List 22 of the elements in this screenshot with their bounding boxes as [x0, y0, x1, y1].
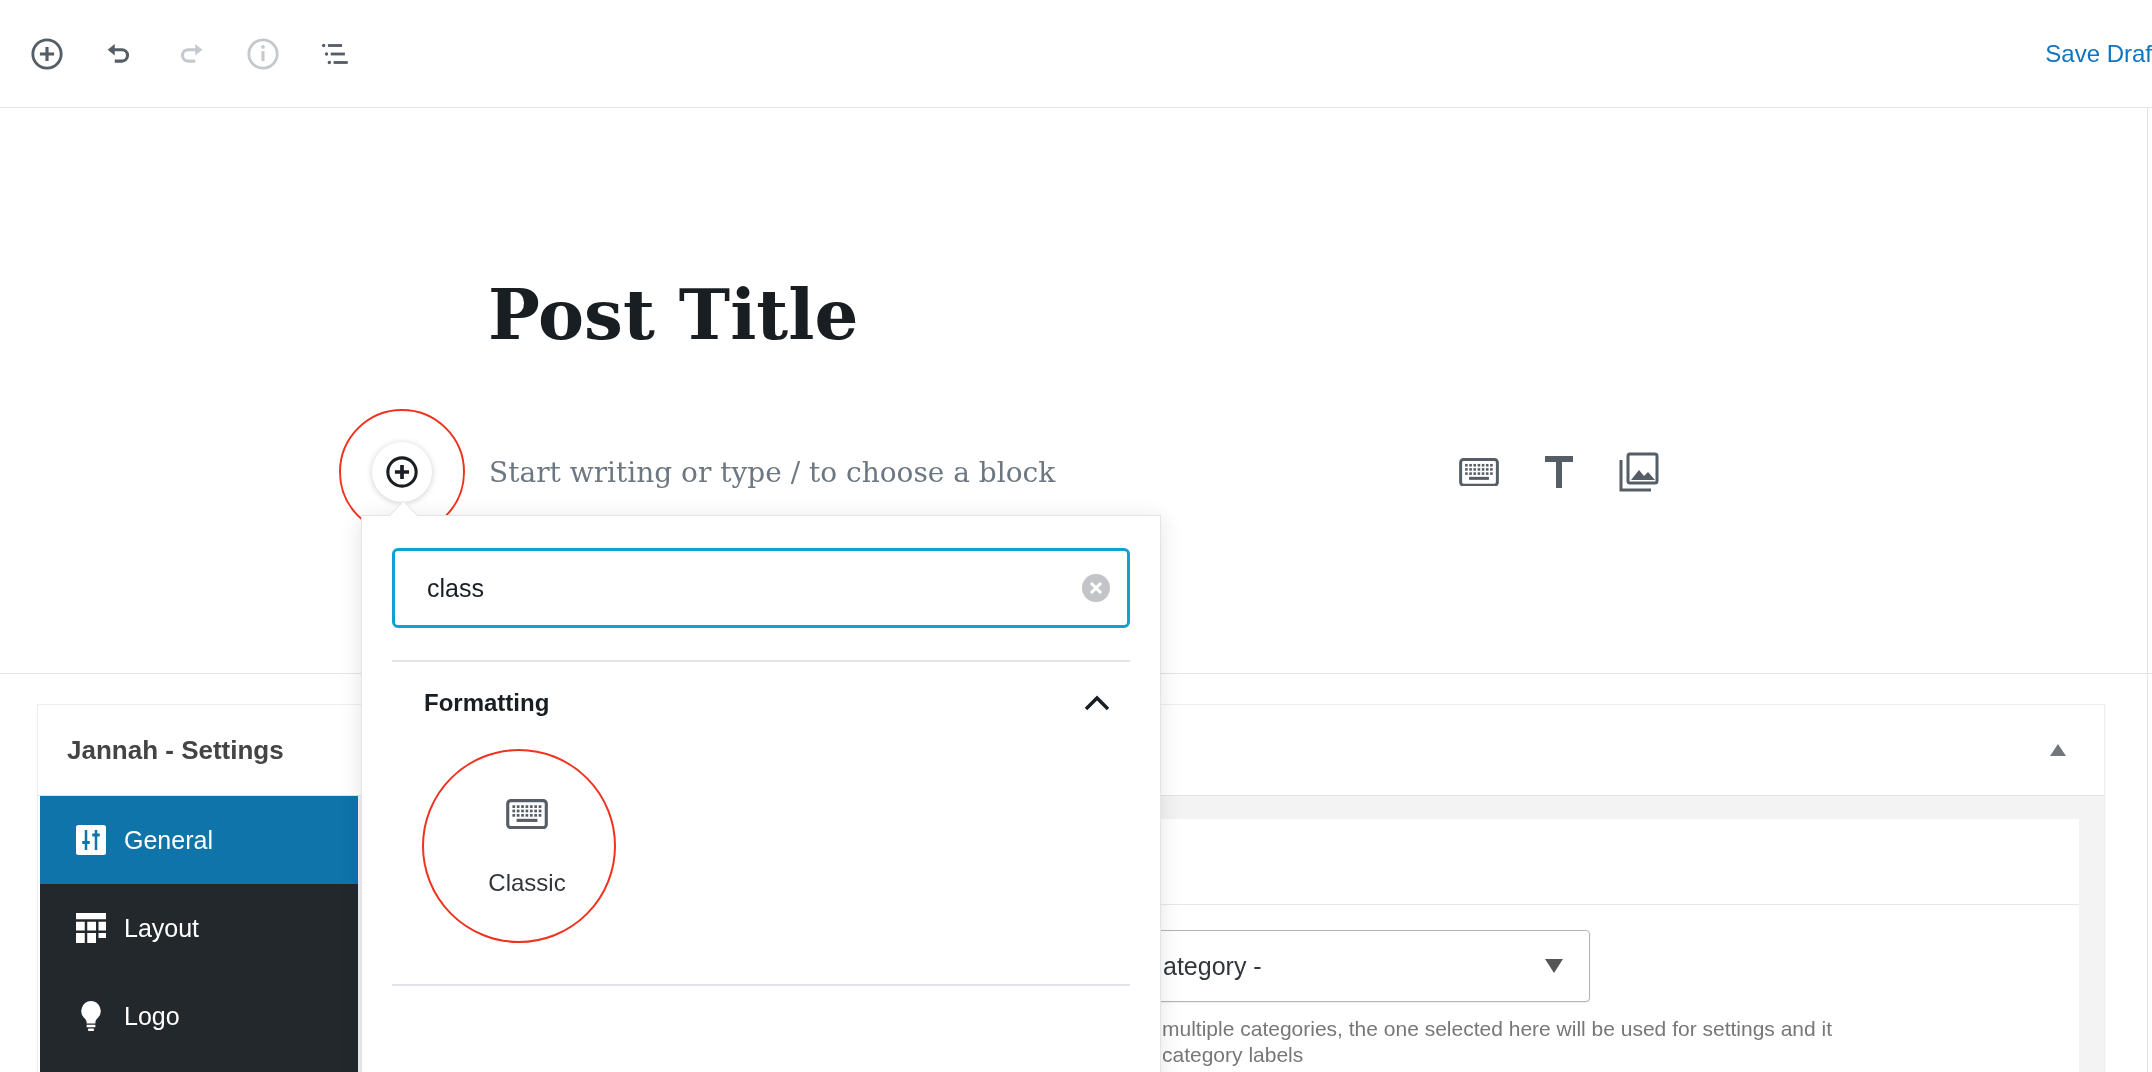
block-placeholder[interactable]: Start writing or type / to choose a block — [489, 455, 1056, 489]
plus-icon — [385, 455, 419, 489]
sliders-icon — [76, 825, 106, 855]
dropdown-caret-icon — [1545, 959, 1563, 973]
sidebar-item[interactable]: Logo — [40, 972, 358, 1060]
sidebar-item[interactable]: General — [40, 796, 358, 884]
collapse-icon[interactable] — [2050, 744, 2066, 756]
grid-icon — [76, 913, 106, 943]
add-block-button[interactable] — [372, 442, 432, 502]
search-field[interactable]: class — [392, 548, 1130, 628]
keyboard-icon — [506, 799, 548, 830]
keyboard-icon — [1459, 457, 1499, 487]
post-title[interactable]: Post Title — [488, 275, 2152, 355]
sidebar-item[interactable]: Layout — [40, 884, 358, 972]
panel-title: Jannah - Settings — [67, 734, 284, 766]
save-draft-button[interactable]: Save Draf — [2045, 39, 2152, 68]
dropdown-value: ategory - — [1163, 951, 1262, 981]
gallery-icon[interactable] — [1618, 452, 1660, 492]
chevron-up-icon[interactable] — [1084, 695, 1110, 711]
category-title: Formatting — [424, 689, 550, 717]
block-item[interactable]: Classic — [437, 744, 617, 984]
field-description: multiple categories, the one selected here will be used for settings and it category labels — [1162, 1016, 1834, 1068]
